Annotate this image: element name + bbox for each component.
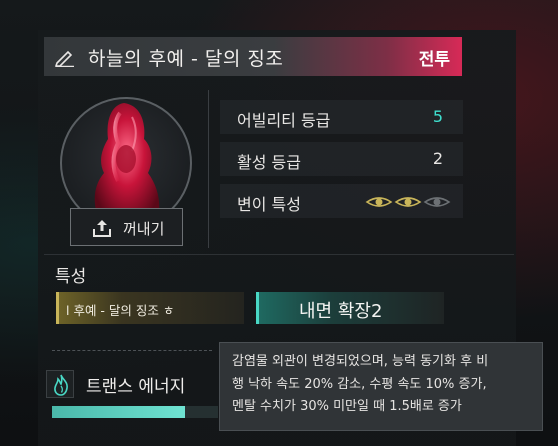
trait-chip-text: l 후예 - 달의 징조 ㅎ [66,303,175,318]
effect-tooltip: 감염물 외관이 변경되었으며, 능력 동기화 후 비 행 낙하 속도 20% 감… [219,342,543,431]
stat-value: 5 [432,107,443,126]
stat-name: 어빌리티 등급 [237,111,331,130]
dashed-divider [52,350,212,351]
stat-row-active-grade: 활성 등급 2 [220,142,463,176]
stat-row-ability-grade: 어빌리티 등급 5 [220,100,463,134]
flame-icon [54,374,68,396]
stat-row-mutation-trait: 변이 특성 [220,184,463,218]
stat-name: 변이 특성 [237,195,301,214]
pencil-icon[interactable] [54,47,76,67]
tooltip-line: 감염물 외관이 변경되었으며, 능력 동기화 후 비 [232,354,489,369]
stat-value: 2 [432,149,443,168]
traits-heading: 특성 [55,267,87,287]
trait-chip-text: 내면 확장2 [299,301,383,322]
ability-title: 하늘의 후예 - 달의 징조 [88,48,284,70]
trait-chip-inner-expansion[interactable]: 내면 확장2 [256,292,444,324]
eye-icon [394,197,422,207]
tooltip-line: 행 낙하 속도 20% 감소, 수평 속도 10% 증가, [232,376,487,392]
eye-icon [423,197,451,207]
upload-icon [93,220,111,237]
chip-accent [56,292,59,324]
extract-button-label: 꺼내기 [123,220,165,238]
energy-icon-box [46,370,74,398]
combat-tag: 전투 [418,50,450,70]
vertical-divider [208,90,209,248]
eye-icon [365,197,393,207]
mutation-eyes [365,197,451,207]
extract-button[interactable]: 꺼내기 [70,208,183,246]
energy-bar-fill [52,406,185,418]
energy-label: 트랜스 에너지 [86,377,186,397]
chip-accent [256,292,259,324]
energy-bar [52,406,218,418]
trait-chip-lineage[interactable]: l 후예 - 달의 징조 ㅎ [56,292,244,324]
ability-header: 하늘의 후예 - 달의 징조 전투 [44,37,462,76]
stat-name: 활성 등급 [237,153,301,172]
tooltip-line: 멘탈 수치가 30% 미만일 때 1.5배로 증가 [232,399,462,414]
section-divider [44,254,514,255]
